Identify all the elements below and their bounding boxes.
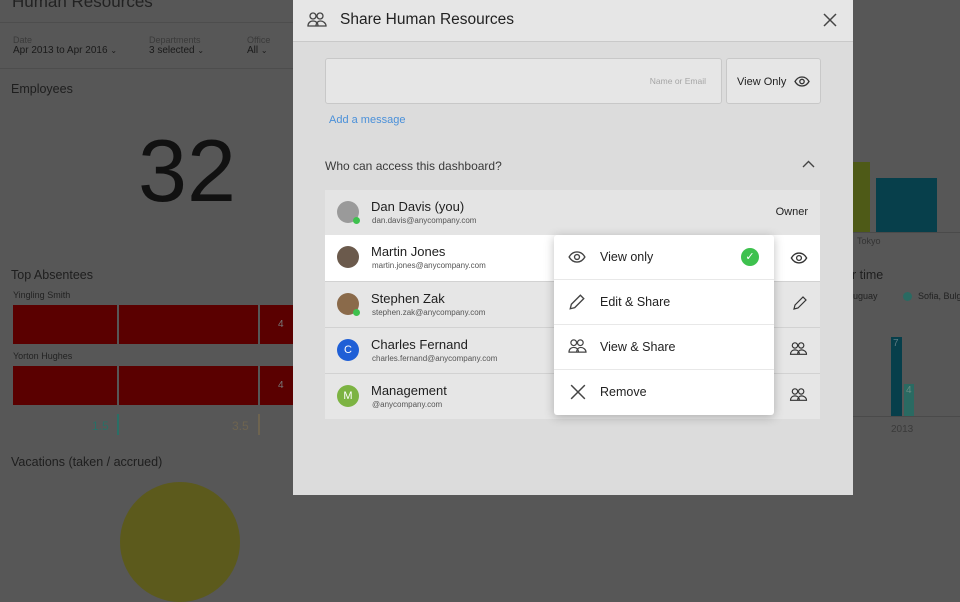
bar-value: 4 bbox=[278, 319, 284, 330]
menu-item-label: Edit & Share bbox=[600, 295, 671, 309]
bar-value: 7 bbox=[893, 338, 899, 349]
person-email: dan.davis@anycompany.com bbox=[372, 216, 477, 225]
chevron-down-icon: ⌄ bbox=[110, 46, 118, 55]
chart-bar: 7 bbox=[891, 337, 902, 416]
avatar bbox=[337, 293, 360, 316]
avatar bbox=[337, 201, 360, 224]
chart-bar: 4 bbox=[904, 384, 914, 416]
employees-title: Employees bbox=[11, 82, 73, 96]
menu-item-label: View & Share bbox=[600, 340, 676, 354]
axis-label: 1.5 bbox=[92, 419, 109, 433]
category-label: Tokyo bbox=[857, 236, 881, 246]
filter-value: 3 selected bbox=[149, 45, 195, 56]
absentee-bar bbox=[13, 305, 117, 344]
menu-item-edit-share[interactable]: Edit & Share bbox=[554, 280, 774, 325]
chart-baseline bbox=[853, 232, 960, 233]
menu-item-view-share[interactable]: View & Share bbox=[554, 325, 774, 370]
person-email: charles.fernand@anycompany.com bbox=[372, 354, 498, 363]
permission-label: View Only bbox=[737, 76, 787, 88]
filter-label: Office bbox=[247, 35, 271, 45]
online-indicator bbox=[353, 309, 360, 316]
person-name: Dan Davis (you) bbox=[371, 199, 465, 214]
menu-item-remove[interactable]: Remove bbox=[554, 370, 774, 415]
role-label: Owner bbox=[775, 206, 808, 218]
chart-bar bbox=[876, 178, 937, 232]
absentee-bar: 4 bbox=[260, 305, 293, 344]
legend-item: Sofia, Bulg bbox=[918, 291, 960, 301]
person-email: martin.jones@anycompany.com bbox=[372, 261, 486, 270]
vacations-donut bbox=[120, 482, 240, 602]
permission-menu: View only ✓ Edit & Share View & Share Re… bbox=[554, 235, 774, 415]
absentee-bar bbox=[119, 305, 258, 344]
pencil-icon[interactable] bbox=[792, 295, 808, 311]
add-message-link[interactable]: Add a message bbox=[329, 114, 405, 126]
absentee-name: Yorton Hughes bbox=[13, 351, 73, 361]
absentee-bar bbox=[119, 366, 258, 405]
axis-marker bbox=[117, 414, 119, 435]
filter-label: Date bbox=[13, 35, 33, 45]
vacations-title: Vacations (taken / accrued) bbox=[11, 455, 163, 469]
chevron-up-icon[interactable] bbox=[802, 160, 815, 168]
legend-item: uguay bbox=[853, 291, 878, 301]
pencil-icon bbox=[569, 294, 585, 310]
menu-item-view-only[interactable]: View only ✓ bbox=[554, 235, 774, 280]
bar-value: 4 bbox=[906, 385, 912, 396]
person-name: Management bbox=[371, 383, 447, 398]
person-email: @anycompany.com bbox=[372, 400, 443, 409]
absentee-bar bbox=[13, 366, 117, 405]
person-name: Charles Fernand bbox=[371, 337, 468, 352]
check-icon: ✓ bbox=[741, 248, 759, 266]
person-email: stephen.zak@anycompany.com bbox=[372, 308, 486, 317]
avatar: C bbox=[337, 339, 359, 361]
name-email-input[interactable]: Name or Email bbox=[325, 58, 722, 104]
permission-button[interactable]: View Only bbox=[726, 58, 821, 104]
eye-icon bbox=[794, 76, 810, 87]
menu-item-label: View only bbox=[600, 250, 654, 264]
chart-baseline bbox=[853, 416, 960, 417]
axis-marker bbox=[258, 414, 260, 435]
online-indicator bbox=[353, 217, 360, 224]
users-icon bbox=[307, 12, 327, 27]
dashboard-title: Human Resources bbox=[12, 0, 153, 11]
users-icon[interactable] bbox=[789, 341, 808, 357]
filter-office[interactable]: Office All ⌄ bbox=[247, 35, 270, 56]
menu-item-label: Remove bbox=[600, 385, 647, 399]
filter-departments[interactable]: Departments 3 selected ⌄ bbox=[149, 35, 204, 56]
bar-value: 4 bbox=[278, 380, 284, 391]
chevron-down-icon: ⌄ bbox=[197, 46, 205, 55]
absentee-bar: 4 bbox=[260, 366, 293, 405]
avatar: M bbox=[337, 385, 359, 407]
input-placeholder: Name or Email bbox=[649, 76, 706, 86]
close-icon[interactable] bbox=[823, 13, 837, 27]
year-label: 2013 bbox=[891, 424, 914, 435]
close-icon bbox=[570, 384, 586, 400]
axis-label: 3.5 bbox=[232, 419, 249, 433]
filter-label: Departments bbox=[149, 35, 201, 45]
chart-title: r time bbox=[852, 268, 884, 282]
filter-value: Apr 2013 to Apr 2016 bbox=[13, 45, 108, 56]
person-name: Stephen Zak bbox=[371, 291, 445, 306]
access-section-title: Who can access this dashboard? bbox=[325, 159, 502, 173]
employees-count: 32 bbox=[138, 121, 236, 220]
dialog-header: Share Human Resources bbox=[293, 0, 853, 42]
eye-icon bbox=[568, 251, 586, 263]
filter-value: All bbox=[247, 45, 259, 56]
absentee-name: Yingling Smith bbox=[13, 290, 71, 300]
chart-bar bbox=[853, 162, 870, 232]
person-row[interactable]: Dan Davis (you) dan.davis@anycompany.com… bbox=[325, 190, 820, 236]
avatar bbox=[337, 246, 359, 268]
users-icon[interactable] bbox=[789, 387, 808, 403]
dialog-title: Share Human Resources bbox=[340, 11, 515, 28]
chevron-down-icon: ⌄ bbox=[260, 46, 268, 55]
filter-date[interactable]: Date Apr 2013 to Apr 2016 ⌄ bbox=[13, 35, 117, 56]
legend-dot bbox=[903, 292, 912, 301]
users-icon bbox=[568, 339, 587, 353]
absentees-title: Top Absentees bbox=[11, 268, 94, 282]
eye-icon[interactable] bbox=[790, 252, 808, 264]
person-name: Martin Jones bbox=[371, 244, 446, 259]
